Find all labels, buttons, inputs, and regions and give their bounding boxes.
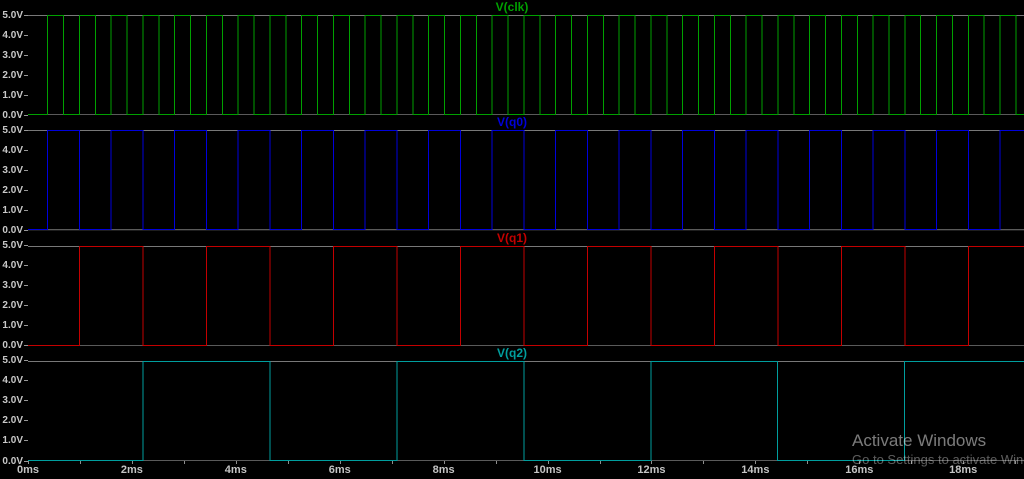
x-axis-tick-label: 12ms	[637, 464, 666, 476]
y-axis-tick-label: 1.0V	[2, 320, 28, 331]
y-axis-tick-label: 0.0V	[2, 340, 28, 351]
x-axis-tick-label: 14ms	[741, 464, 770, 476]
pane-q0: V(q0) 5.0V 4.0V 3.0V 2.0V 1.0V 0.0V	[0, 115, 1024, 236]
pane-clk: V(clk) 5.0V 4.0V 3.0V 2.0V 1.0V 0.0V	[0, 0, 1024, 121]
plot-area-clk[interactable]	[28, 15, 1024, 115]
x-tick-mark	[703, 461, 705, 464]
y-axis-tick-label: 5.0V	[2, 240, 28, 251]
y-axis-tick-label: 2.0V	[2, 300, 28, 311]
y-axis-tick-label: 2.0V	[2, 185, 28, 196]
y-axis-tick-label: 1.0V	[2, 90, 28, 101]
trace-label-clk[interactable]: V(clk)	[496, 0, 529, 15]
waveform-viewer-window: V(clk) 5.0V 4.0V 3.0V 2.0V 1.0V 0.0V V(q0) 5.…	[0, 0, 1024, 479]
x-axis-tick-label: 0ms	[16, 464, 40, 476]
y-axis-tick-label: 2.0V	[2, 70, 28, 81]
pane-q1: V(q1) 5.0V 4.0V 3.0V 2.0V 1.0V 0.0V	[0, 231, 1024, 351]
pane-q2-title-row: V(q2)	[0, 346, 1024, 361]
trace-label-q0[interactable]: V(q0)	[497, 115, 527, 130]
y-axis-q1[interactable]: 5.0V 4.0V 3.0V 2.0V 1.0V 0.0V	[0, 240, 28, 351]
y-axis-tick-label: 4.0V	[2, 260, 28, 271]
x-tick-mark	[391, 461, 393, 464]
waveform-clk	[28, 15, 1024, 115]
trace-label-q1[interactable]: V(q1)	[497, 231, 527, 246]
y-axis-q2[interactable]: 5.0V 4.0V 3.0V 2.0V 1.0V 0.0V	[0, 355, 28, 467]
y-axis-tick-label: 0.0V	[2, 225, 28, 236]
pane-q1-title-row: V(q1)	[0, 231, 1024, 246]
trace-label-q2[interactable]: V(q2)	[497, 346, 527, 361]
x-tick-mark	[599, 461, 601, 464]
y-axis-tick-label: 4.0V	[2, 30, 28, 41]
x-axis-tick-label: 2ms	[120, 464, 143, 476]
activate-windows-watermark-sub: Go to Settings to activate Windows	[852, 452, 1024, 467]
y-axis-tick-label: 0.0V	[2, 110, 28, 121]
y-axis-tick-label: 3.0V	[2, 50, 28, 61]
waveform-trace	[28, 246, 1024, 345]
y-axis-tick-label: 5.0V	[2, 125, 28, 136]
y-axis-tick-label: 5.0V	[2, 355, 28, 366]
x-tick-mark	[183, 461, 185, 464]
x-tick-mark	[287, 461, 289, 464]
x-axis-tick-label: 8ms	[432, 464, 455, 476]
x-tick-mark	[807, 461, 809, 464]
pane-clk-body: 5.0V 4.0V 3.0V 2.0V 1.0V 0.0V	[0, 10, 1024, 121]
y-axis-q0[interactable]: 5.0V 4.0V 3.0V 2.0V 1.0V 0.0V	[0, 125, 28, 236]
pane-q0-title-row: V(q0)	[0, 115, 1024, 130]
y-axis-tick-label: 1.0V	[2, 435, 28, 446]
pane-clk-title-row: V(clk)	[0, 0, 1024, 15]
pane-q0-body: 5.0V 4.0V 3.0V 2.0V 1.0V 0.0V	[0, 125, 1024, 236]
y-axis-tick-label: 1.0V	[2, 205, 28, 216]
x-tick-mark	[495, 461, 497, 464]
x-axis-tick-label: 10ms	[533, 464, 562, 476]
y-axis-tick-label: 3.0V	[2, 165, 28, 176]
plot-area-q1[interactable]	[28, 246, 1024, 346]
waveform-q1	[28, 246, 1024, 346]
plot-panes: V(clk) 5.0V 4.0V 3.0V 2.0V 1.0V 0.0V V(q0) 5.…	[0, 0, 1024, 467]
y-axis-tick-label: 3.0V	[2, 280, 28, 291]
pane-q1-body: 5.0V 4.0V 3.0V 2.0V 1.0V 0.0V	[0, 240, 1024, 351]
y-axis-tick-label: 4.0V	[2, 145, 28, 156]
x-axis-tick-label: 6ms	[328, 464, 351, 476]
waveform-trace	[28, 16, 1024, 115]
x-tick-mark	[79, 461, 81, 464]
y-axis-tick-label: 2.0V	[2, 415, 28, 426]
x-axis-tick-label: 4ms	[224, 464, 247, 476]
plot-area-q0[interactable]	[28, 130, 1024, 230]
y-axis-tick-label: 5.0V	[2, 10, 28, 21]
y-axis-tick-label: 4.0V	[2, 375, 28, 386]
waveform-q0	[28, 130, 1024, 230]
activate-windows-watermark: Activate Windows	[852, 431, 987, 450]
y-axis-clk[interactable]: 5.0V 4.0V 3.0V 2.0V 1.0V 0.0V	[0, 10, 28, 121]
y-axis-tick-label: 3.0V	[2, 395, 28, 406]
waveform-trace	[28, 131, 1024, 230]
